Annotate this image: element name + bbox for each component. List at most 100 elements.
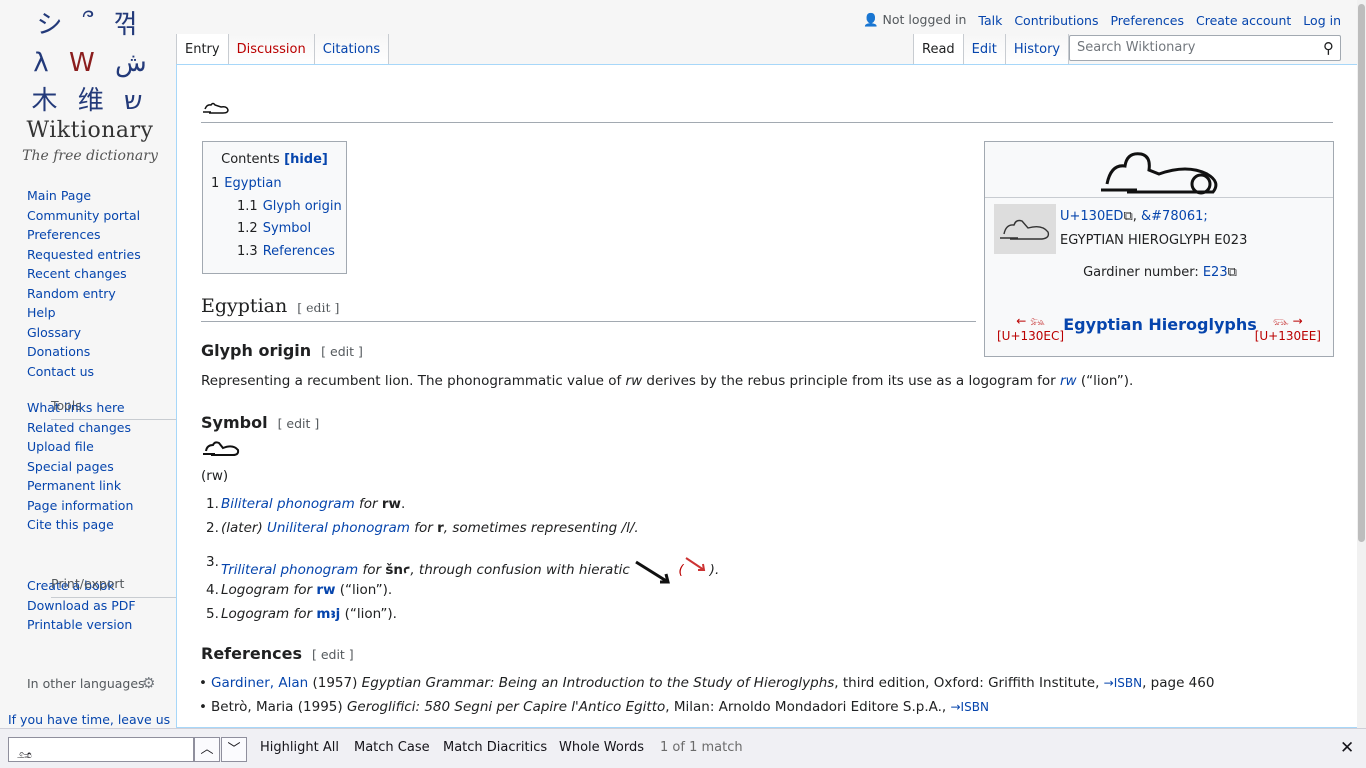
whole-words-toggle[interactable]: Whole Words (559, 740, 644, 755)
mAj-logogram-link[interactable]: mꜣj (316, 606, 340, 622)
match-case-toggle[interactable]: Match Case (354, 740, 430, 755)
namespace-tabs: Entry Discussion Citations (176, 34, 390, 65)
character-infobox: U+130ED⧉, &#78061; EGYPTIAN HIEROGLYPH E… (984, 141, 1334, 357)
leave-note-link[interactable]: If you have time, leave us (8, 712, 170, 727)
print-heading: Print/export (51, 576, 176, 598)
list-item: 1. Biliteral phonogram for rw. (206, 496, 406, 512)
view-tabs: Read Edit History (913, 34, 1070, 65)
nav-item[interactable]: Recent changes (27, 264, 141, 284)
logo-glyphs-icon: シ ՞ 꺾λ W ش木 维 ש (31, 10, 149, 116)
header: 👤 Not logged in Talk Contributions Prefe… (176, 0, 1366, 65)
external-link-icon: ⧉ (1227, 265, 1237, 280)
login-link[interactable]: Log in (1303, 13, 1341, 28)
find-next-button[interactable]: ﹀ (221, 737, 247, 762)
list-item: Gardiner, Alan (1957) Egyptian Grammar: … (199, 671, 1214, 695)
close-icon[interactable]: ✕ (1340, 738, 1354, 758)
uniliteral-link[interactable]: Uniliteral phonogram (267, 520, 410, 536)
user-icon: 👤 (862, 12, 879, 27)
talk-link[interactable]: Talk (978, 13, 1002, 28)
tools-item[interactable]: Page information (27, 496, 133, 516)
rw-logogram-link[interactable]: rw (316, 582, 335, 598)
toc-item[interactable]: 1 Egyptian (211, 173, 338, 196)
next-glyph-icon: 𓃮 (1273, 314, 1289, 328)
edit-link[interactable]: [ edit ] (321, 344, 363, 359)
highlight-all-toggle[interactable]: Highlight All (260, 740, 339, 755)
chevron-down-icon: ﹀ (227, 742, 241, 757)
isbn-link[interactable]: →ISBN (951, 700, 989, 714)
heading-egyptian: Egyptian[ edit ] (201, 295, 976, 322)
triliteral-link[interactable]: Triliteral phonogram (221, 562, 358, 578)
nav-item[interactable]: Main Page (27, 186, 141, 206)
isbn-link[interactable]: →ISBN (1104, 676, 1142, 690)
find-previous-button[interactable]: ︿ (194, 737, 220, 762)
nav-item[interactable]: Requested entries (27, 245, 141, 265)
character-name: EGYPTIAN HIEROGLYPH E023 (1060, 233, 1248, 248)
page-scrollbar[interactable] (1357, 0, 1366, 728)
search-input[interactable]: Search Wiktionary ⚲ (1069, 35, 1341, 61)
edit-link[interactable]: [ edit ] (278, 416, 320, 431)
symbol-glyph (201, 439, 241, 461)
find-input[interactable]: 𓃭 (8, 737, 194, 762)
edit-link[interactable]: [ edit ] (297, 300, 339, 315)
biliteral-link[interactable]: Biliteral phonogram (221, 496, 355, 512)
match-diacritics-toggle[interactable]: Match Diacritics (443, 740, 547, 755)
toc-hide-link[interactable]: [hide] (284, 152, 328, 167)
edit-link[interactable]: [ edit ] (312, 647, 354, 662)
preferences-link[interactable]: Preferences (1110, 13, 1184, 28)
gardiner-link[interactable]: E23 (1203, 265, 1228, 280)
table-of-contents: Contents [hide] 1 Egyptian 1.1 Glyph origi… (202, 141, 347, 274)
symbol-list: 1. Biliteral phonogram for rw. 2. (later) … (206, 496, 719, 630)
page-title: 𓃭 (201, 93, 1333, 123)
logo-tagline: The free dictionary (22, 148, 158, 164)
heading-glyph-origin: Glyph origin[ edit ] (201, 341, 363, 360)
rw-link[interactable]: rw (1060, 373, 1077, 389)
list-item: 3. Triliteral phonogram for šnꜥ, through … (206, 554, 719, 584)
nav-item[interactable]: Random entry (27, 284, 141, 304)
gear-icon[interactable]: ⚙ (142, 674, 155, 692)
toc-item[interactable]: 1.1 Glyph origin (211, 196, 342, 219)
print-item[interactable]: Download as PDF (27, 596, 136, 616)
next-character-link[interactable]: 𓃮 → [U+130EE] (1255, 309, 1321, 343)
tab-read[interactable]: Read (913, 34, 964, 65)
tools-item[interactable]: Upload file (27, 437, 133, 457)
tools-heading: Tools (51, 398, 176, 420)
main-content: 𓃭 Contents [hide] 1Egyptian 1.1Glyph ori… (176, 64, 1357, 728)
nav-item[interactable]: Glossary (27, 323, 141, 343)
toc-item[interactable]: 1.2 Symbol (211, 218, 338, 241)
nav-item[interactable]: Help (27, 303, 141, 323)
glyph-origin-text: Representing a recumbent lion. The phono… (201, 373, 1134, 389)
tools-item[interactable]: Special pages (27, 457, 133, 477)
find-status: 1 of 1 match (660, 740, 743, 755)
tools-portal: Tools What links here Related changes Uplo… (27, 398, 176, 535)
heading-symbol: Symbol[ edit ] (201, 413, 320, 432)
nav-item[interactable]: Community portal (27, 206, 141, 226)
create-account-link[interactable]: Create account (1196, 13, 1291, 28)
lion-glyph-large-icon (985, 142, 1333, 198)
search-icon[interactable]: ⚲ (1323, 39, 1334, 57)
tab-citations[interactable]: Citations (314, 34, 390, 65)
html-entity-link[interactable]: &#78061; (1141, 209, 1208, 224)
wiktionary-logo[interactable]: シ ՞ 꺾λ W ش木 维 ש Wiktionary The free dict… (20, 6, 160, 166)
print-item[interactable]: Printable version (27, 615, 136, 635)
references-list: Gardiner, Alan (1957) Egyptian Grammar: … (199, 671, 1214, 719)
tools-item[interactable]: Related changes (27, 418, 133, 438)
tab-edit[interactable]: Edit (963, 34, 1006, 65)
tools-item[interactable]: Cite this page (27, 515, 133, 535)
tab-discussion[interactable]: Discussion (228, 34, 315, 65)
tab-history[interactable]: History (1005, 34, 1070, 65)
toc-title: Contents (221, 152, 280, 167)
personal-tools: 👤 Not logged in Talk Contributions Prefe… (863, 12, 1341, 28)
lion-glyph-icon (203, 441, 240, 456)
glyph-thumbnail[interactable] (994, 204, 1056, 254)
tools-item[interactable]: Permanent link (27, 476, 133, 496)
contributions-link[interactable]: Contributions (1014, 13, 1098, 28)
codepoint-link[interactable]: U+130ED (1060, 209, 1123, 224)
tab-entry[interactable]: Entry (176, 34, 229, 65)
nav-item[interactable]: Preferences (27, 225, 141, 245)
nav-item[interactable]: Donations (27, 342, 141, 362)
nav-item[interactable]: Contact us (27, 362, 141, 382)
toc-item[interactable]: 1.3 References (211, 241, 338, 264)
gardiner-author-link[interactable]: Gardiner, Alan (211, 675, 308, 691)
scrollbar-thumb[interactable] (1358, 4, 1365, 542)
codepoint-line: U+130ED⧉, &#78061; (1060, 209, 1208, 224)
